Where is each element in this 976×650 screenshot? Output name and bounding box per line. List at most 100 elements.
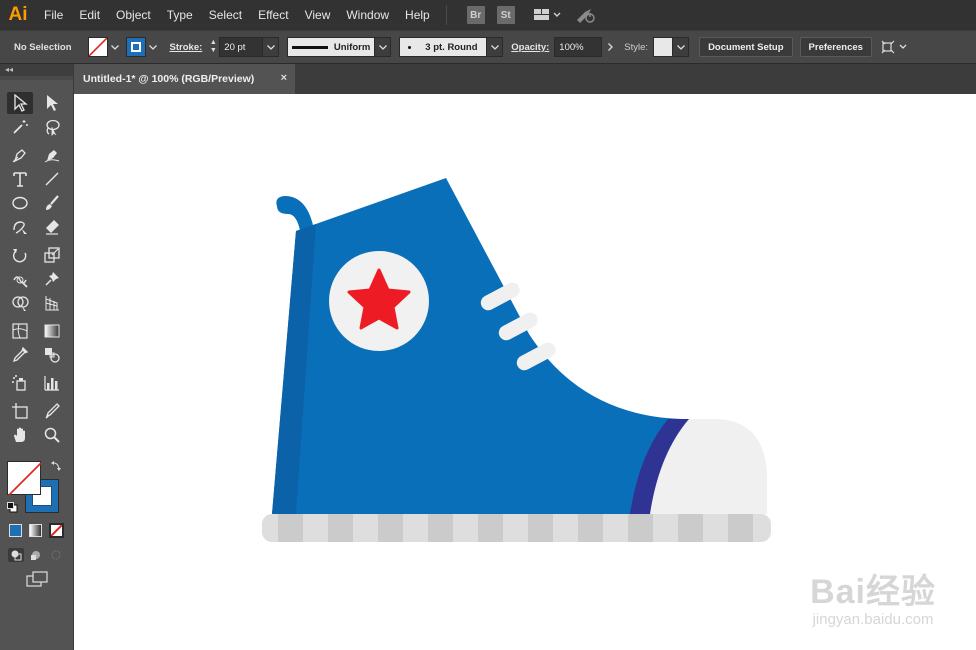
document-tab-bar: Untitled-1* @ 100% (RGB/Preview) ×: [74, 64, 976, 94]
shape-builder-icon: [12, 296, 29, 311]
stroke-swatch[interactable]: [125, 37, 146, 57]
scale-tool[interactable]: [39, 244, 65, 266]
panel-grip[interactable]: [0, 76, 73, 80]
shaper-tool[interactable]: [7, 216, 33, 238]
stepper-up-icon: ▲: [209, 39, 217, 46]
brush-definition[interactable]: 3 pt. Round: [399, 37, 488, 57]
arrange-documents-icon: [533, 9, 561, 20]
close-tab-button[interactable]: ×: [281, 72, 287, 84]
swap-fill-stroke-button[interactable]: [50, 460, 62, 475]
menu-file[interactable]: File: [36, 8, 71, 22]
stroke-dropdown[interactable]: [146, 37, 160, 57]
heel-pull-loop[interactable]: [276, 196, 314, 232]
eyedropper-tool[interactable]: [7, 344, 33, 366]
graphic-style-swatch[interactable]: [653, 37, 674, 57]
pen-tool[interactable]: [7, 144, 33, 166]
chevron-down-icon: [378, 44, 387, 50]
slice-tool[interactable]: [39, 400, 65, 422]
preferences-button[interactable]: Preferences: [799, 37, 872, 57]
draw-normal-button[interactable]: [8, 548, 24, 562]
symbol-sprayer-icon: [12, 375, 26, 391]
gpu-performance-button[interactable]: [575, 6, 597, 24]
curvature-tool[interactable]: [39, 144, 65, 166]
variable-width-profile[interactable]: Uniform: [287, 37, 376, 57]
arrange-button[interactable]: [880, 39, 910, 55]
opacity-input[interactable]: 100%: [554, 37, 603, 57]
stock-button[interactable]: St: [496, 6, 515, 24]
fill-color-swatch[interactable]: [7, 461, 42, 496]
direct-selection-icon: [47, 95, 58, 111]
blend-tool[interactable]: [39, 344, 65, 366]
chevron-down-icon: [110, 44, 119, 50]
chevron-down-icon: [676, 44, 685, 50]
symbol-sprayer-tool[interactable]: [7, 372, 33, 394]
arrange-documents-button[interactable]: [533, 7, 563, 23]
draw-inside-button[interactable]: [48, 548, 64, 562]
ellipse-tool[interactable]: [7, 192, 33, 214]
menu-help[interactable]: Help: [397, 8, 438, 22]
profile-dropdown[interactable]: [375, 37, 392, 57]
draw-behind-icon: [31, 551, 40, 560]
artboard-canvas[interactable]: Bai经验 jingyan.baidu.com: [74, 94, 976, 650]
artboard-tool[interactable]: [7, 400, 33, 422]
none-mode-button[interactable]: [49, 523, 64, 538]
stroke-weight-stepper[interactable]: ▲ ▼: [207, 37, 219, 57]
lasso-tool[interactable]: [39, 116, 65, 138]
line-segment-icon: [45, 172, 59, 186]
profile-label: Uniform: [333, 41, 371, 53]
mesh-tool[interactable]: [7, 320, 33, 342]
direct-selection-tool[interactable]: [39, 92, 65, 114]
fill-swatch[interactable]: [87, 37, 108, 57]
opacity-dropdown[interactable]: [602, 37, 619, 57]
slice-knife-icon: [45, 403, 60, 419]
selection-tool[interactable]: [7, 92, 33, 114]
shape-builder-tool[interactable]: [7, 292, 33, 314]
default-fill-stroke-button[interactable]: [7, 502, 18, 516]
puppet-warp-tool[interactable]: [39, 268, 65, 290]
hand-tool[interactable]: [7, 424, 33, 446]
menu-edit[interactable]: Edit: [71, 8, 108, 22]
document-setup-button[interactable]: Document Setup: [699, 37, 793, 57]
zoom-magnifier-icon: [44, 427, 60, 443]
magic-wand-icon: [13, 120, 28, 134]
screen-mode-button[interactable]: [25, 570, 49, 591]
menu-window[interactable]: Window: [338, 8, 397, 22]
graphic-style-dropdown[interactable]: [673, 37, 690, 57]
warp-tool[interactable]: [7, 268, 33, 290]
gradient-mode-button[interactable]: [29, 524, 42, 537]
draw-behind-button[interactable]: [28, 548, 44, 562]
app-logo: Ai: [8, 4, 28, 25]
menu-type[interactable]: Type: [159, 8, 201, 22]
menu-view[interactable]: View: [297, 8, 339, 22]
gradient-tool[interactable]: [39, 320, 65, 342]
pin-icon: [45, 272, 59, 286]
zoom-tool[interactable]: [39, 424, 65, 446]
stroke-weight-input[interactable]: 20 pt: [219, 37, 264, 57]
document-tab[interactable]: Untitled-1* @ 100% (RGB/Preview) ×: [74, 64, 295, 94]
eraser-tool[interactable]: [39, 216, 65, 238]
chevron-down-icon: [490, 44, 499, 50]
column-graph-tool[interactable]: [39, 372, 65, 394]
opacity-label[interactable]: Opacity:: [511, 42, 549, 53]
perspective-grid-tool[interactable]: [39, 292, 65, 314]
color-mode-button[interactable]: [9, 524, 22, 537]
document-tab-title: Untitled-1* @ 100% (RGB/Preview): [83, 73, 255, 85]
profile-line-preview: [292, 45, 328, 49]
menu-select[interactable]: Select: [201, 8, 250, 22]
brush-dropdown[interactable]: [487, 37, 504, 57]
line-segment-tool[interactable]: [39, 168, 65, 190]
type-tool[interactable]: [7, 168, 33, 190]
warp-icon: [13, 276, 28, 288]
collapse-panel-button[interactable]: ◂◂: [0, 64, 73, 76]
paintbrush-tool[interactable]: [39, 192, 65, 214]
menu-object[interactable]: Object: [108, 8, 159, 22]
menu-effect[interactable]: Effect: [250, 8, 296, 22]
rotate-tool[interactable]: [7, 244, 33, 266]
stroke-weight-dropdown[interactable]: [263, 37, 280, 57]
shoe-upper[interactable]: [272, 178, 689, 514]
magic-wand-tool[interactable]: [7, 116, 33, 138]
fill-dropdown[interactable]: [108, 37, 122, 57]
column-graph-icon: [44, 376, 59, 391]
baidu-watermark: Bai经验 jingyan.baidu.com: [810, 564, 936, 628]
bridge-button[interactable]: Br: [466, 6, 485, 24]
